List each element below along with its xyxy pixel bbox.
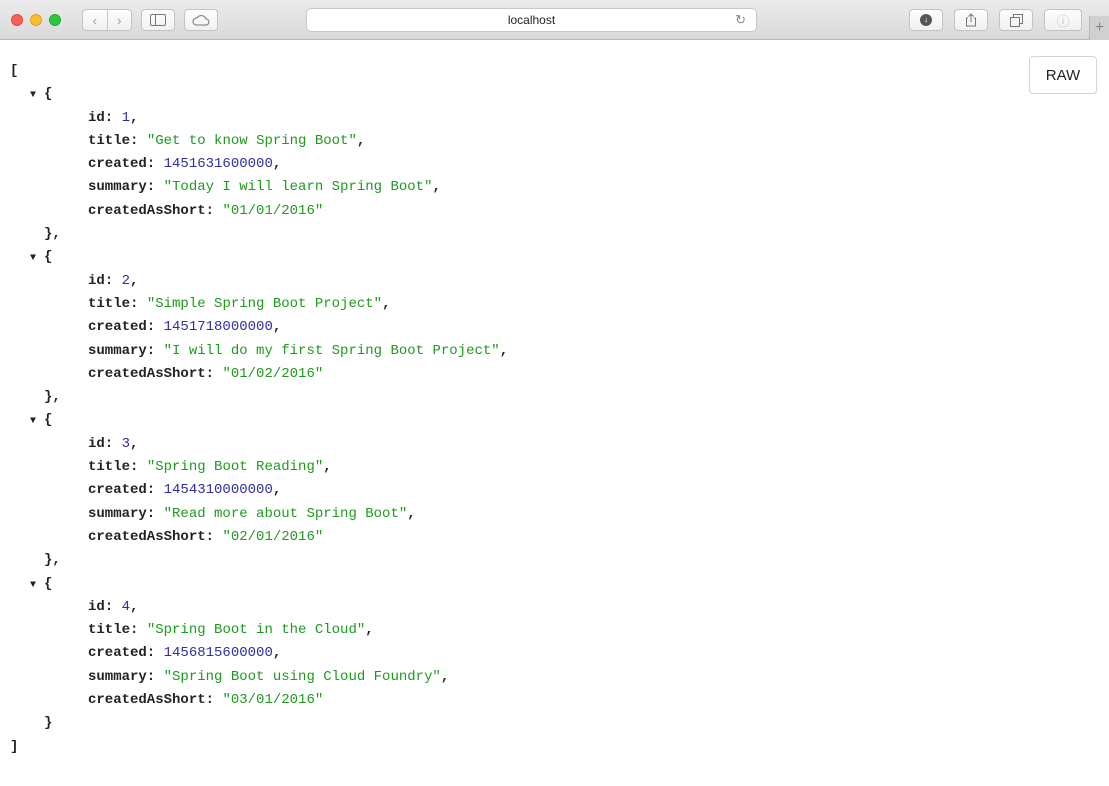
object-close: }, [44, 552, 61, 569]
id-value: 2 [121, 272, 131, 289]
json-field: summary: "Read more about Spring Boot", [88, 505, 416, 522]
json-viewer: RAW [ ▼{ id: 1, title: "Get to know Spri… [0, 40, 1109, 786]
collapse-triangle-icon[interactable]: ▼ [30, 410, 44, 433]
object-open[interactable]: ▼{ [10, 573, 508, 596]
summary-value: "I will do my first Spring Boot Project" [163, 342, 500, 359]
object-close: } [44, 715, 53, 732]
raw-button[interactable]: RAW [1029, 56, 1097, 94]
id-value: 3 [121, 435, 131, 452]
json-field: createdAsShort: "03/01/2016" [88, 692, 324, 709]
object-close: }, [44, 226, 61, 243]
address-text: localhost [507, 13, 556, 27]
icloud-tabs-button[interactable] [184, 9, 218, 31]
close-window-button[interactable] [11, 14, 23, 26]
created-short-value: "01/01/2016" [222, 202, 324, 219]
json-field: id: 4, [88, 598, 139, 615]
share-icon [966, 13, 976, 27]
json-field: createdAsShort: "02/01/2016" [88, 528, 324, 545]
collapse-triangle-icon[interactable]: ▼ [30, 247, 44, 270]
id-value: 1 [121, 109, 131, 126]
json-field: createdAsShort: "01/02/2016" [88, 365, 324, 382]
title-value: "Spring Boot in the Cloud" [146, 622, 366, 639]
object-close: }, [44, 389, 61, 406]
json-field: created: 1454310000000, [88, 482, 282, 499]
summary-value: "Spring Boot using Cloud Foundry" [163, 668, 441, 685]
title-value: "Simple Spring Boot Project" [146, 295, 383, 312]
json-field: title: "Get to know Spring Boot", [88, 132, 366, 149]
forward-button[interactable]: › [106, 10, 132, 30]
json-field: title: "Spring Boot in the Cloud", [88, 622, 374, 639]
created-short-value: "01/02/2016" [222, 365, 324, 382]
created-short-value: "03/01/2016" [222, 692, 324, 709]
navigation-buttons: ‹ › [82, 9, 132, 31]
info-icon: ⓘ [1056, 13, 1070, 29]
close-bracket: ] [10, 738, 19, 755]
plus-icon: + [1094, 19, 1105, 36]
summary-value: "Today I will learn Spring Boot" [163, 179, 433, 196]
new-tab-button[interactable]: + [1089, 16, 1109, 40]
object-open[interactable]: ▼{ [10, 83, 508, 106]
address-bar[interactable]: localhost ↻ [306, 8, 757, 32]
json-field: id: 3, [88, 435, 139, 452]
browser-toolbar: ‹ › localhost ↻ ↓ ⓘ + [0, 0, 1109, 40]
minimize-window-button[interactable] [30, 14, 42, 26]
summary-value: "Read more about Spring Boot" [163, 505, 408, 522]
object-open[interactable]: ▼{ [10, 246, 508, 269]
json-field: created: 1456815600000, [88, 645, 282, 662]
json-field: title: "Simple Spring Boot Project", [88, 295, 391, 312]
created-short-value: "02/01/2016" [222, 528, 324, 545]
json-field: summary: "Spring Boot using Cloud Foundr… [88, 668, 450, 685]
json-field: title: "Spring Boot Reading", [88, 459, 332, 476]
title-value: "Spring Boot Reading" [146, 459, 324, 476]
collapse-triangle-icon[interactable]: ▼ [30, 574, 44, 597]
tabs-icon [1009, 13, 1023, 27]
json-field: id: 2, [88, 272, 139, 289]
show-tabs-button[interactable] [999, 9, 1033, 31]
download-icon: ↓ [920, 14, 932, 26]
sidebar-icon [150, 14, 166, 26]
downloads-button[interactable]: ↓ [909, 9, 943, 31]
open-bracket: [ [10, 63, 19, 79]
chevron-left-icon: ‹ [92, 12, 97, 28]
object-open[interactable]: ▼{ [10, 409, 508, 432]
reader-button[interactable]: ⓘ [1044, 9, 1082, 31]
back-button[interactable]: ‹ [83, 10, 107, 30]
json-field: createdAsShort: "01/01/2016" [88, 202, 324, 219]
created-value: 1451631600000 [163, 156, 273, 173]
title-value: "Get to know Spring Boot" [146, 132, 357, 149]
json-field: created: 1451631600000, [88, 156, 282, 173]
created-value: 1456815600000 [163, 645, 273, 662]
created-value: 1454310000000 [163, 482, 273, 499]
maximize-window-button[interactable] [49, 14, 61, 26]
id-value: 4 [121, 598, 131, 615]
json-field: summary: "I will do my first Spring Boot… [88, 342, 509, 359]
reload-icon[interactable]: ↻ [735, 12, 746, 28]
chevron-right-icon: › [117, 12, 122, 28]
cloud-icon [192, 15, 210, 26]
created-value: 1451718000000 [163, 319, 273, 336]
share-button[interactable] [954, 9, 988, 31]
collapse-triangle-icon[interactable]: ▼ [30, 84, 44, 107]
json-tree: [ ▼{ id: 1, title: "Get to know Spring B… [10, 60, 508, 759]
json-field: created: 1451718000000, [88, 319, 282, 336]
json-field: id: 1, [88, 109, 139, 126]
json-field: summary: "Today I will learn Spring Boot… [88, 179, 441, 196]
sidebar-button[interactable] [141, 9, 175, 31]
